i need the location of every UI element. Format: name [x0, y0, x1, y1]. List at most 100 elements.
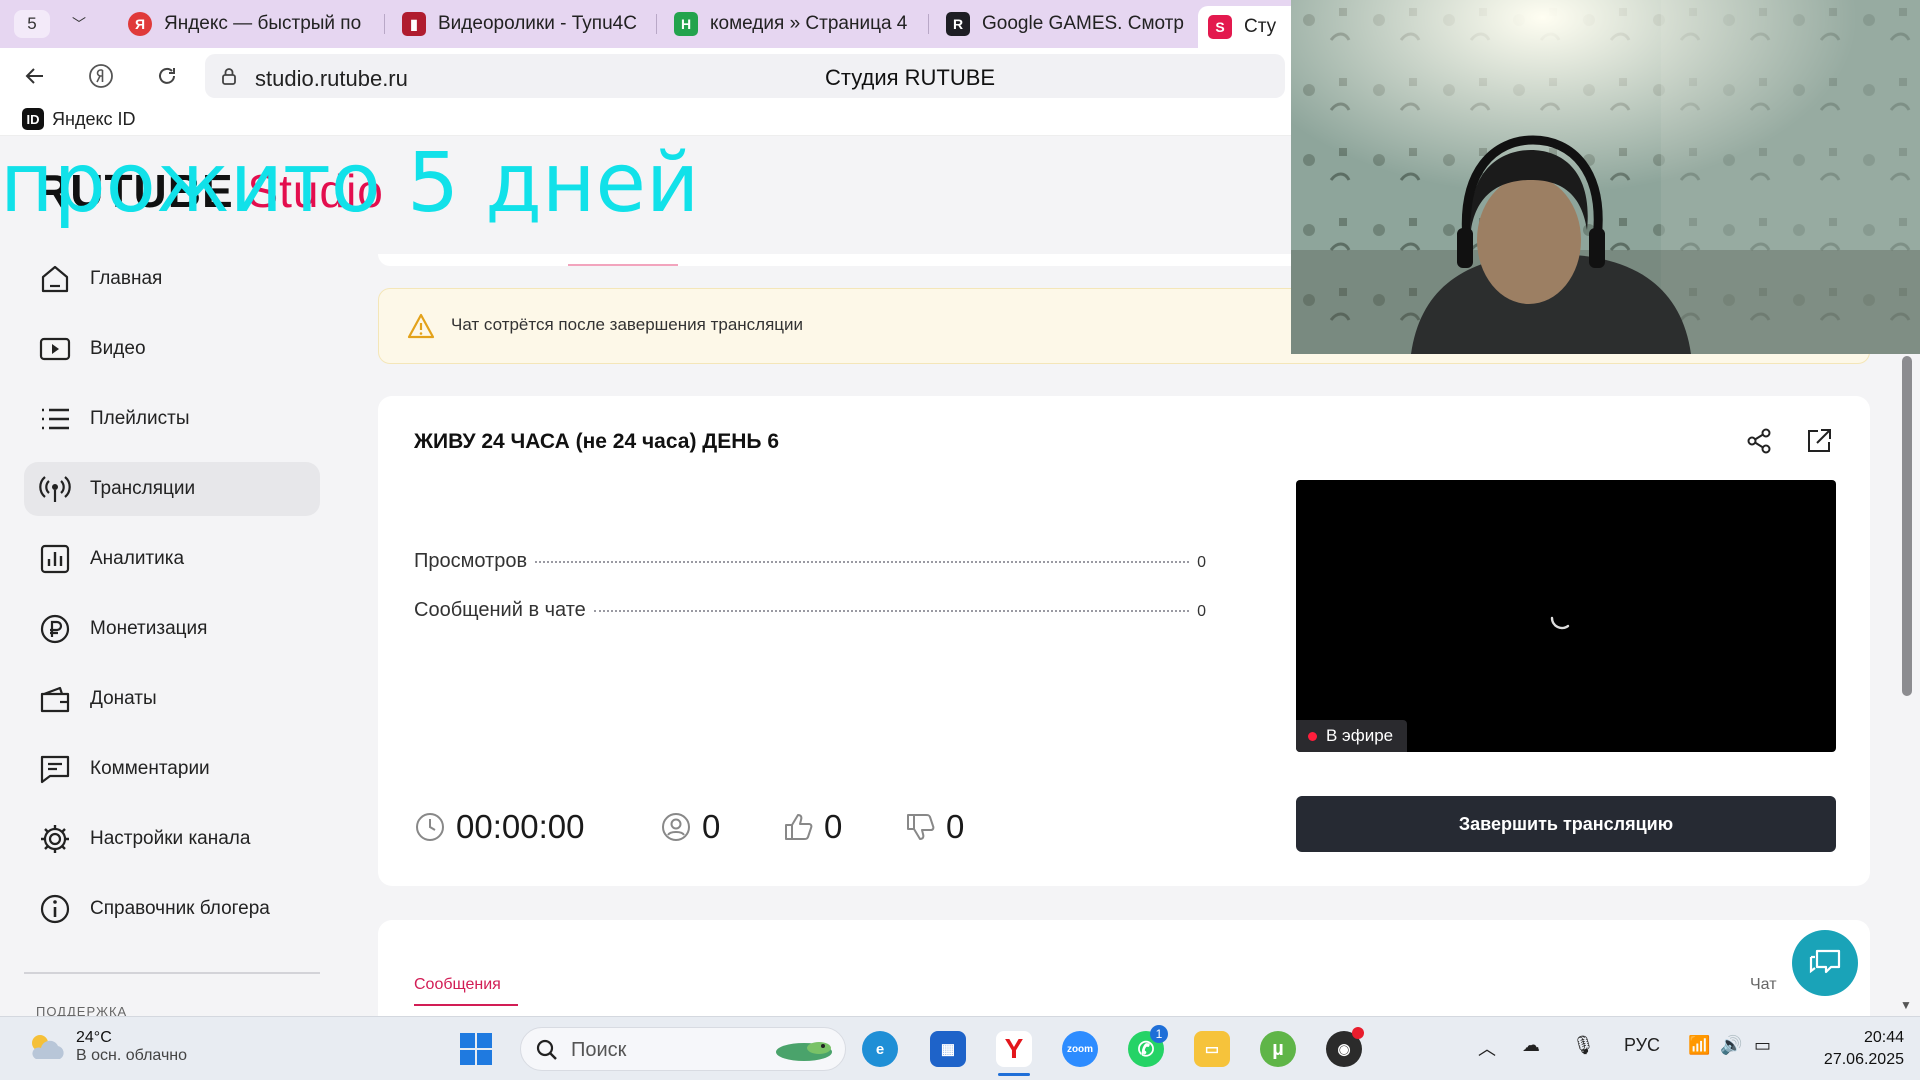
clock-time: 20:44 — [1863, 1029, 1904, 1046]
live-badge: В эфире — [1296, 720, 1408, 752]
loading-spinner-icon — [1550, 616, 1570, 630]
edge-browser-icon[interactable]: e — [862, 1031, 898, 1067]
warning-text: Чат сотрётся после завершения трансляции — [451, 315, 804, 334]
scroll-down-arrow-icon[interactable]: ▼ — [1900, 998, 1912, 1012]
browser-tab-comedy[interactable]: Н комедия » Страница 4 — [664, 6, 916, 42]
browser-tab-videos[interactable]: ▮ Видеоролики - Tyпu4C — [392, 6, 644, 42]
warning-icon — [407, 313, 435, 339]
bookmark-yandex-id[interactable]: ID Яндекс ID — [22, 108, 136, 130]
browser-tab-games[interactable]: R Google GAMES. Смотр — [936, 6, 1188, 42]
chat-messages-value: 0 — [1197, 603, 1206, 620]
viewers-metric: 0 — [660, 808, 720, 846]
likes-value: 0 — [824, 808, 843, 845]
url-field[interactable]: studio.rutube.ru Студия RUTUBE — [205, 54, 1285, 98]
chat-card: Сообщения Чат — [378, 920, 1870, 1016]
home-icon — [41, 265, 69, 293]
ruble-icon — [40, 614, 70, 644]
browser-tab-yandex[interactable]: Я Яндекс — быстрый по — [118, 6, 370, 42]
analytics-icon — [40, 544, 70, 574]
sidebar-item-label: Справочник блогера — [90, 898, 270, 919]
windows-start-icon[interactable] — [458, 1031, 494, 1072]
rutube-favicon-icon: R — [946, 12, 970, 36]
stream-preview-player[interactable]: В эфире — [1296, 480, 1836, 752]
sidebar-item-label: Монетизация — [90, 618, 208, 639]
onedrive-error-icon[interactable]: ☁ — [1522, 1035, 1540, 1056]
thumbs-up-icon — [785, 814, 813, 840]
yandex-id-icon: ID — [22, 108, 44, 130]
tab-label: Яндекс — быстрый по — [164, 13, 362, 34]
back-arrow-icon[interactable] — [18, 60, 52, 92]
lock-icon — [222, 68, 236, 85]
taskbar-search-input[interactable]: Поиск — [520, 1027, 846, 1071]
microphone-icon[interactable]: 🎙 — [1572, 1035, 1595, 1056]
sidebar-item-blogger-guide[interactable]: Справочник блогера — [24, 882, 320, 936]
tab-label: Сту — [1244, 16, 1277, 37]
wallet-icon — [40, 686, 70, 713]
yandex-browser-icon[interactable]: Y — [996, 1031, 1032, 1067]
support-chat-button[interactable] — [1792, 930, 1858, 996]
tab-chat[interactable]: Чат — [1750, 976, 1777, 994]
dislikes-value: 0 — [946, 808, 965, 845]
yandex-home-icon[interactable] — [84, 60, 118, 92]
sidebar-divider — [24, 972, 320, 974]
tab-count-button[interactable]: 5 — [14, 10, 50, 38]
reload-icon[interactable] — [150, 60, 184, 92]
views-stat-row: Просмотров 0 — [414, 550, 1206, 573]
viewer-icon — [662, 813, 690, 841]
weather-temp: 24°C — [76, 1029, 112, 1046]
sidebar-item-playlists[interactable]: Плейлисты — [24, 392, 320, 446]
comment-icon — [40, 755, 70, 784]
sidebar-item-label: Плейлисты — [90, 408, 190, 429]
yandex-favicon-icon: Я — [128, 12, 152, 36]
stream-card: ЖИВУ 24 ЧАСА (не 24 часа) ДЕНЬ 6 Просмот… — [378, 396, 1870, 886]
stream-overlay-text: прожито 5 дней — [0, 136, 700, 231]
weather-widget[interactable]: 24°C В осн. облачно — [26, 1029, 187, 1065]
file-explorer-icon[interactable]: ▭ — [1194, 1031, 1230, 1067]
sidebar-item-video[interactable]: Видео — [24, 322, 320, 376]
sidebar-item-label: Главная — [90, 268, 163, 289]
system-clock[interactable]: 20:44 27.06.2025 — [1808, 1027, 1904, 1071]
video-favicon-icon: ▮ — [402, 12, 426, 36]
thumbs-down-icon — [907, 814, 935, 840]
utorrent-icon[interactable]: µ — [1260, 1031, 1296, 1067]
page-title: Студия RUTUBE — [825, 65, 996, 90]
wifi-icon[interactable]: 📶 — [1688, 1035, 1710, 1056]
playlist-icon — [42, 408, 69, 430]
active-app-indicator — [998, 1073, 1030, 1076]
sidebar-item-channel-settings[interactable]: Настройки канала — [24, 812, 320, 866]
end-broadcast-button[interactable]: Завершить трансляцию — [1296, 796, 1836, 852]
clock-date: 27.06.2025 — [1823, 1051, 1904, 1068]
sidebar-support-heading: ПОДДЕРЖКА — [36, 1004, 128, 1016]
microsoft-store-icon[interactable]: ▦ — [930, 1031, 966, 1067]
zoom-icon[interactable]: zoom — [1062, 1031, 1098, 1067]
chevron-down-icon[interactable]: ﹀ — [64, 10, 94, 38]
sidebar-item-monetization[interactable]: Монетизация — [24, 602, 320, 656]
search-highlight-icon — [776, 1042, 832, 1061]
clock-icon — [416, 813, 444, 841]
sidebar-item-donations[interactable]: Донаты — [24, 672, 320, 726]
live-dot-icon — [1308, 732, 1317, 741]
battery-icon[interactable]: ▭ — [1754, 1035, 1771, 1056]
tab-label: Видеоролики - Tyпu4C — [438, 13, 637, 34]
bookmark-label: Яндекс ID — [52, 108, 136, 129]
language-indicator[interactable]: РУС — [1624, 1035, 1660, 1056]
support-chat-icon — [1809, 949, 1841, 974]
sidebar-item-broadcasts[interactable]: Трансляции — [24, 462, 320, 516]
tab-messages[interactable]: Сообщения — [414, 976, 518, 1006]
windows-taskbar: 24°C В осн. облачно Поиск e ▦ Y zoom ✆ 1… — [0, 1016, 1920, 1080]
tray-chevron-up-icon[interactable]: ︿ — [1478, 1035, 1496, 1061]
chat-messages-stat-row: Сообщений в чате 0 — [414, 599, 1206, 622]
weather-desc: В осн. облачно — [76, 1047, 188, 1064]
open-external-icon[interactable] — [1804, 426, 1834, 456]
page-scrollbar-thumb[interactable] — [1902, 356, 1912, 696]
sidebar-item-analytics[interactable]: Аналитика — [24, 532, 320, 586]
info-icon — [40, 894, 70, 924]
video-icon — [39, 337, 71, 361]
share-icon[interactable] — [1744, 426, 1774, 456]
sidebar-item-comments[interactable]: Комментарии — [24, 742, 320, 796]
duration-metric: 00:00:00 — [414, 808, 584, 846]
volume-icon[interactable]: 🔊 — [1720, 1035, 1742, 1056]
sidebar-item-label: Настройки канала — [90, 828, 251, 849]
sidebar-item-home[interactable]: Главная — [24, 252, 320, 306]
dislikes-metric: 0 — [904, 808, 964, 846]
